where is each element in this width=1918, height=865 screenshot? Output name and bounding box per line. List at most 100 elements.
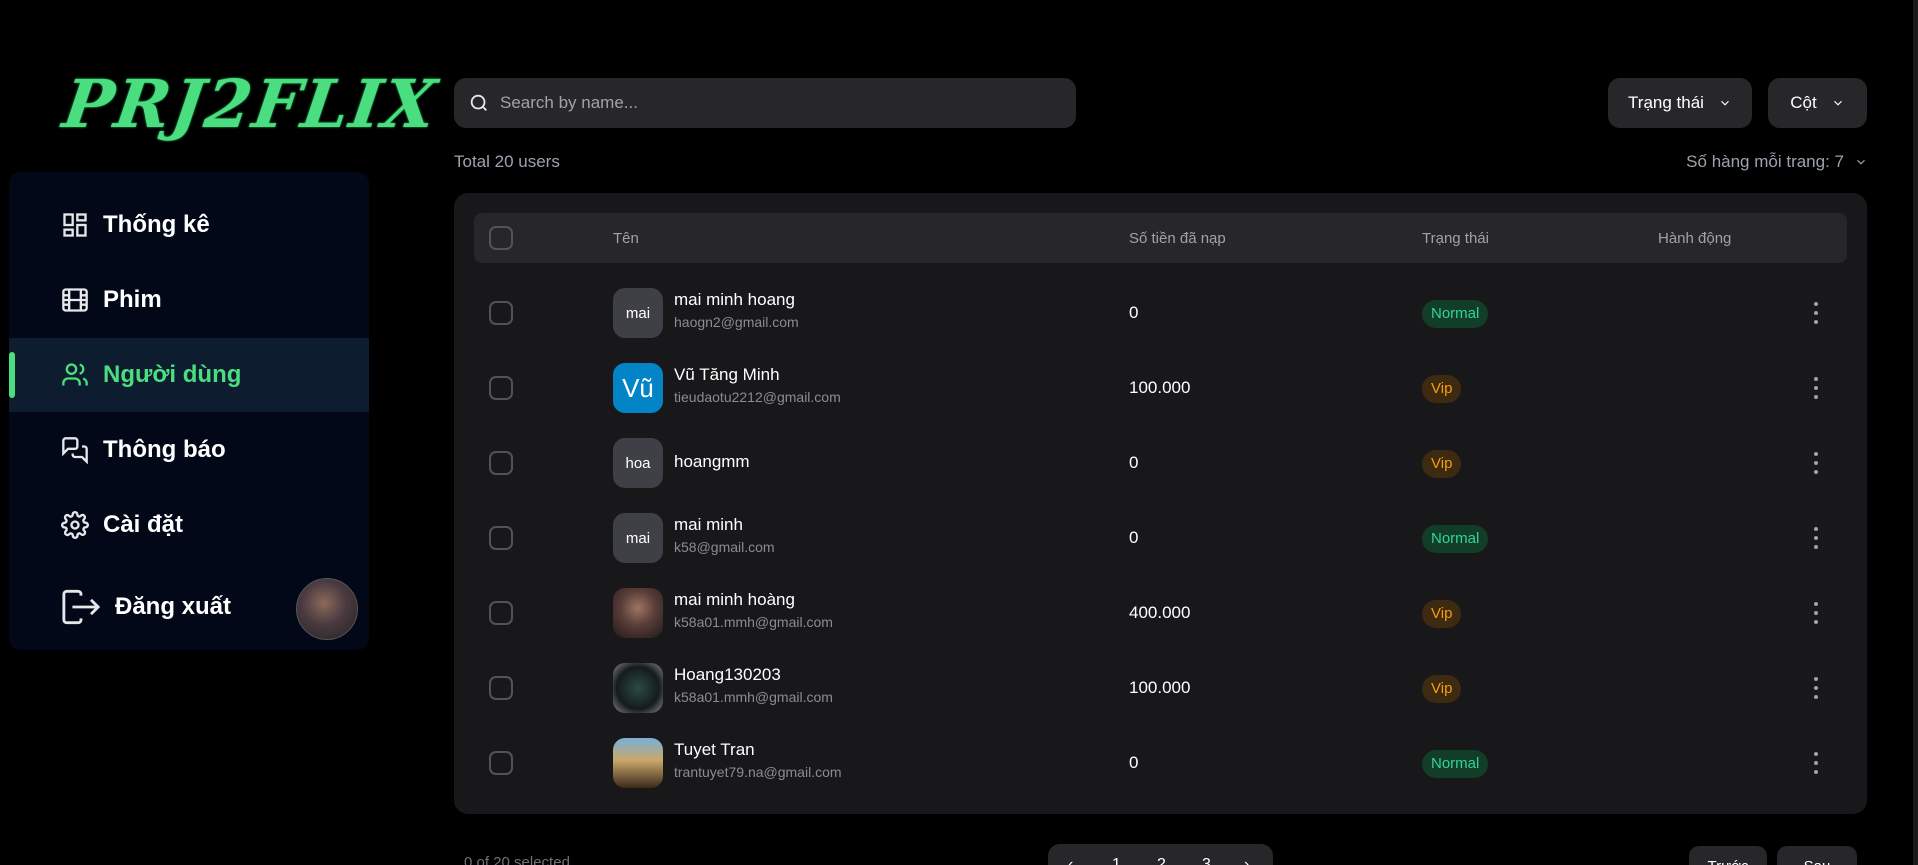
kebab-dot [1814,311,1818,315]
user-avatar [613,738,663,788]
row-actions-menu[interactable] [1804,449,1828,477]
user-email: haogn2@gmail.com [674,314,799,330]
sidebar-item-thong-ke[interactable]: Thống kê [9,188,369,262]
previous-page-button[interactable]: Trước [1689,846,1767,865]
page-3-button[interactable]: 3 [1202,856,1211,865]
dashboard-icon [63,213,87,237]
sidebar-item-label: Người dùng [103,361,242,388]
deposit-amount: 0 [1129,303,1139,322]
total-users-text: Total 20 users [454,152,560,171]
user-avatar: hoa [613,438,663,488]
table-row[interactable]: mai mai minh hoang haogn2@gmail.com 0 No… [454,275,1867,350]
user-email: k58@gmail.com [674,539,775,555]
kebab-dot [1814,470,1818,474]
deposit-amount: 100.000 [1129,678,1191,697]
row-actions-menu[interactable] [1804,524,1828,552]
users-icon [62,363,88,386]
status-badge: Normal [1422,525,1489,553]
row-checkbox[interactable] [489,676,513,700]
sidebar-item-phim[interactable]: Phim [9,263,369,337]
table-row[interactable]: Vũ Vũ Tăng Minh tieudaotu2212@gmail.com … [454,350,1867,425]
table-row[interactable]: Hoang130203 k58a01.mmh@gmail.com 100.000… [454,650,1867,725]
columns-dropdown[interactable]: Cột [1768,78,1867,128]
table-row[interactable]: mai minh hoàng k58a01.mmh@gmail.com 400.… [454,575,1867,650]
user-email: tieudaotu2212@gmail.com [674,389,841,405]
row-actions-menu[interactable] [1804,749,1828,777]
status-badge: Normal [1422,750,1489,778]
search-icon [470,94,487,111]
kebab-dot [1814,695,1818,699]
status-filter-dropdown[interactable]: Trạng thái [1608,78,1752,128]
search-box [454,78,1076,128]
kebab-dot [1814,545,1818,549]
page-1-button[interactable]: 1 [1112,856,1121,865]
column-header-status[interactable]: Trạng thái [1422,230,1489,247]
deposit-amount: 0 [1129,528,1139,547]
rows-per-page-label: Số hàng mỗi trang: 7 [1686,152,1844,171]
page-scrollbar[interactable] [1913,0,1918,865]
sidebar-item-label: Phim [103,286,162,313]
avatar-initials: Vũ [622,372,654,403]
row-checkbox[interactable] [489,751,513,775]
chevron-down-icon [1833,100,1842,106]
kebab-dot [1814,620,1818,624]
row-actions-menu[interactable] [1804,599,1828,627]
user-name: Vũ Tăng Minh [674,365,780,384]
user-name: hoangmm [674,452,750,471]
status-badge: Vip [1422,375,1462,403]
logout-icon [62,589,101,625]
row-actions-menu[interactable] [1804,299,1828,327]
kebab-dot [1814,452,1818,456]
sidebar-item-thong-bao[interactable]: Thông báo [9,413,369,487]
row-actions-menu[interactable] [1804,674,1828,702]
status-badge: Normal [1422,300,1489,328]
sidebar-item-cai-dat[interactable]: Cài đặt [9,488,369,562]
user-email: trantuyet79.na@gmail.com [674,764,842,780]
user-avatar [613,588,663,638]
search-input[interactable] [500,93,1060,113]
kebab-dot [1814,686,1818,690]
page-2-button[interactable]: 2 [1157,856,1166,865]
pagination: ‹ 1 2 3 › [1048,844,1273,865]
rows-per-page-select[interactable]: Số hàng mỗi trang: 7 [1686,152,1868,172]
user-name: mai minh hoàng [674,590,795,609]
status-badge: Vip [1422,600,1462,628]
user-email: k58a01.mmh@gmail.com [674,614,833,630]
table-row[interactable]: Tuyet Tran trantuyet79.na@gmail.com 0 No… [454,725,1867,800]
column-header-name[interactable]: Tên [613,230,639,247]
row-checkbox[interactable] [489,601,513,625]
deposit-amount: 100.000 [1129,378,1191,397]
kebab-dot [1814,377,1818,381]
column-header-amount[interactable]: Số tiền đã nạp [1129,230,1226,247]
chevron-left-icon[interactable]: ‹ [1068,856,1073,865]
sidebar-item-label: Cài đặt [103,511,184,538]
kebab-dot [1814,536,1818,540]
kebab-dot [1814,320,1818,324]
users-table: Tên Số tiền đã nạp Trạng thái Hành động … [454,193,1867,814]
row-actions-menu[interactable] [1804,374,1828,402]
kebab-dot [1814,527,1818,531]
avatar-initials: hoa [625,454,651,472]
row-checkbox[interactable] [489,376,513,400]
active-indicator [9,352,15,398]
table-row[interactable]: hoa hoangmm 0 Vip [454,425,1867,500]
table-row[interactable]: mai mai minh k58@gmail.com 0 Normal [454,500,1867,575]
chevron-down-icon [1857,159,1865,165]
current-user-avatar[interactable] [296,578,358,640]
row-checkbox[interactable] [489,451,513,475]
user-avatar: mai [613,513,663,563]
kebab-dot [1814,461,1818,465]
sidebar: Thống kê Phim Người dùng Thông báo Cài đ… [9,172,369,650]
kebab-dot [1814,752,1818,756]
select-all-checkbox[interactable] [489,226,513,250]
logout-button[interactable]: Đăng xuất [9,570,289,644]
next-page-button[interactable]: Sau [1777,846,1857,865]
user-avatar: mai [613,288,663,338]
row-checkbox[interactable] [489,526,513,550]
sidebar-item-label: Thông báo [103,436,226,463]
row-checkbox[interactable] [489,301,513,325]
sidebar-item-label: Thống kê [103,211,210,238]
sidebar-item-nguoi-dung[interactable]: Người dùng [9,338,369,412]
chevron-right-icon[interactable]: › [1244,856,1249,865]
columns-label: Cột [1790,93,1817,112]
